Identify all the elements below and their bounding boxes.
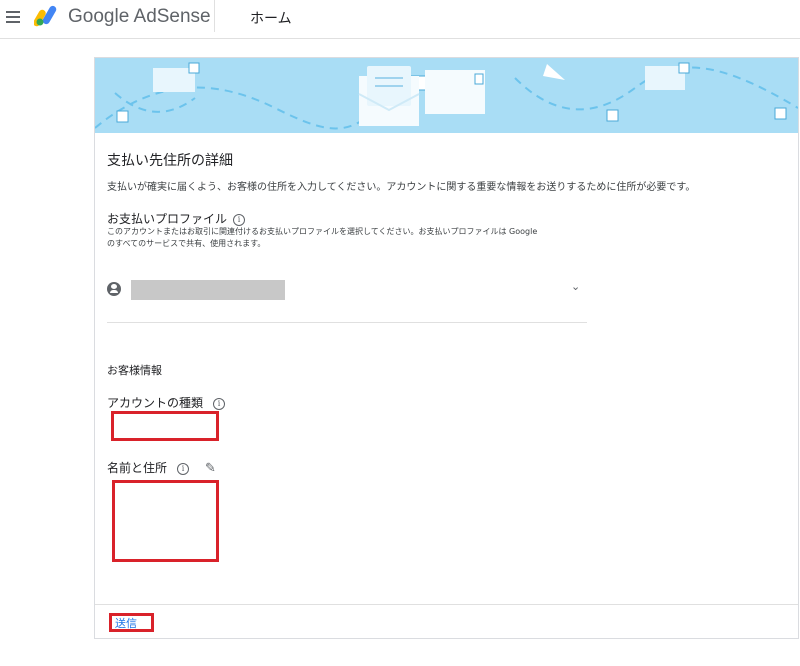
info-icon[interactable]: i (177, 462, 190, 475)
payment-profile-description-line: のすべてのサービスで共有、使用されます。 (107, 239, 266, 248)
payment-profile-label: お支払いプロファイル i (107, 210, 246, 227)
pencil-icon[interactable]: ✎ (205, 461, 216, 476)
name-address-label-text: 名前と住所 (107, 461, 168, 475)
brand-name[interactable]: Google AdSense (68, 6, 211, 28)
footer-divider (95, 604, 798, 605)
page-title: ホーム (250, 11, 292, 27)
banner-illustration (95, 62, 798, 130)
info-icon[interactable]: i (233, 213, 246, 226)
brand-product: AdSense (133, 6, 211, 27)
address-card: 支払い先住所の詳細 支払いが確実に届くよう、お客様の住所を入力してください。アカ… (94, 57, 799, 639)
menu-icon[interactable] (6, 11, 20, 23)
name-address-label: 名前と住所 i ✎ (107, 459, 216, 476)
section-divider (107, 322, 587, 323)
top-app-bar: Google AdSense ホーム (0, 0, 800, 39)
section-title: 支払い先住所の詳細 (107, 153, 233, 169)
chevron-down-icon[interactable]: ⌄ (571, 280, 580, 293)
account-type-label-text: アカウントの種類 (107, 396, 204, 410)
header-divider (214, 0, 215, 32)
account-type-highlight-box (111, 411, 219, 441)
redacted-profile-name (131, 280, 285, 300)
info-icon[interactable]: i (213, 397, 226, 410)
payment-profile-select[interactable]: ⌄ (107, 280, 587, 300)
customer-info-heading: お客様情報 (107, 364, 162, 377)
name-address-highlight-box (112, 480, 219, 562)
brand-prefix: Google (68, 6, 130, 27)
payment-profile-label-text: お支払いプロファイル (107, 212, 228, 226)
adsense-logo (34, 5, 57, 27)
submit-button[interactable]: 送信 (115, 615, 137, 631)
account-type-label: アカウントの種類 i (107, 394, 226, 411)
payment-profile-description: このアカウントまたはお取引に関連付けるお支払いプロファイルを選択してください。お… (107, 226, 587, 250)
payment-profile-description-line: このアカウントまたはお取引に関連付けるお支払いプロファイルを選択してください。お… (107, 227, 538, 236)
person-icon (107, 282, 121, 296)
mail-banner (95, 58, 798, 133)
section-description: 支払いが確実に届くよう、お客様の住所を入力してください。アカウントに関する重要な… (107, 182, 696, 193)
